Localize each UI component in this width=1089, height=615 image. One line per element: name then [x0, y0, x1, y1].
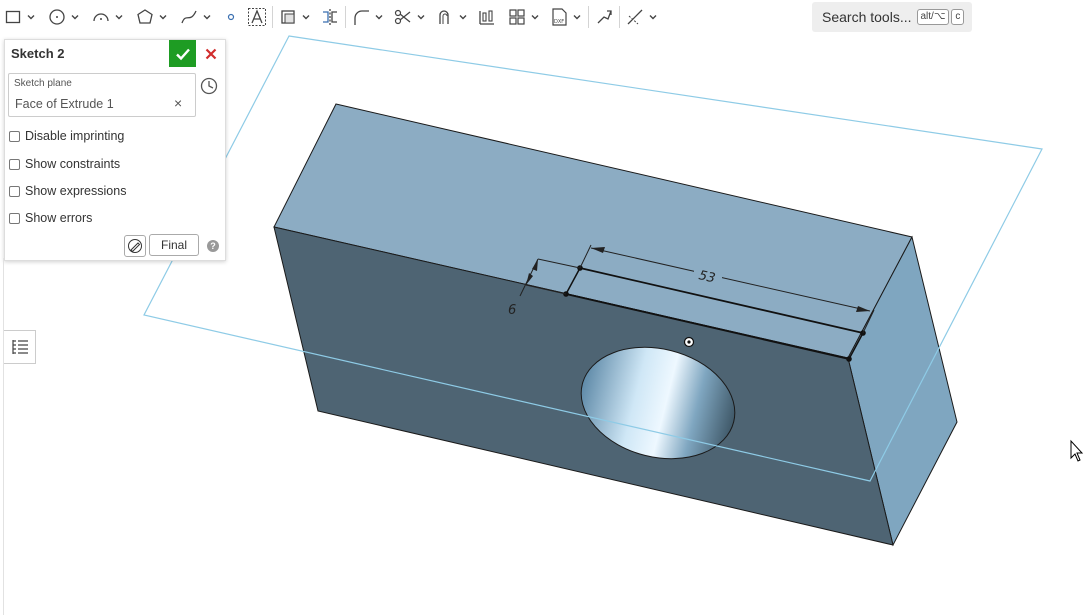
linear-pattern-icon[interactable]	[476, 5, 498, 29]
chevron-down-icon[interactable]	[372, 5, 386, 29]
svg-text:DXF: DXF	[554, 19, 564, 25]
shortcut-key-c: c	[951, 9, 965, 25]
show-constraints-label: Show constraints	[25, 157, 121, 171]
chevron-down-icon[interactable]	[200, 5, 214, 29]
dialog-title: Sketch 2	[11, 46, 65, 61]
chevron-down-icon[interactable]	[570, 5, 584, 29]
mirror-icon[interactable]	[319, 5, 341, 29]
circle-icon[interactable]	[46, 5, 68, 29]
cancel-button[interactable]	[201, 43, 221, 65]
clear-selection-icon[interactable]: ×	[174, 96, 182, 110]
fillet-icon[interactable]	[350, 5, 372, 29]
polygon-icon[interactable]	[134, 5, 156, 29]
show-constraints-checkbox[interactable]	[9, 158, 20, 170]
chevron-down-icon[interactable]	[528, 5, 542, 29]
search-tools-label: Search tools...	[822, 9, 912, 25]
show-errors-label: Show errors	[25, 211, 93, 225]
show-expressions-checkbox[interactable]	[9, 185, 20, 197]
final-button[interactable]: Final	[149, 234, 199, 256]
chevron-down-icon[interactable]	[414, 5, 428, 29]
shortcut-key-alt: alt/⌥	[916, 9, 950, 25]
use-icon[interactable]	[277, 5, 299, 29]
dimension-6-text: 6	[508, 303, 516, 318]
feature-list-toggle[interactable]	[4, 330, 36, 364]
accept-button[interactable]	[169, 40, 196, 67]
show-expressions-option[interactable]: Show expressions	[9, 184, 126, 198]
check-icon	[175, 48, 190, 60]
disable-imprinting-checkbox[interactable]	[9, 130, 20, 142]
mouse-cursor-icon	[1070, 439, 1084, 462]
show-errors-checkbox[interactable]	[9, 212, 20, 224]
sketch-plane-field[interactable]: Sketch plane Face of Extrude 1 ×	[8, 73, 196, 117]
chevron-down-icon[interactable]	[299, 5, 313, 29]
left-divider	[3, 258, 4, 615]
close-icon	[205, 48, 217, 60]
arc-icon[interactable]	[90, 5, 112, 29]
transform-icon[interactable]	[593, 5, 615, 29]
sketch-edit-button[interactable]	[124, 235, 146, 257]
show-expressions-label: Show expressions	[25, 184, 127, 198]
offset-icon[interactable]	[434, 5, 456, 29]
sketch-vertex[interactable]	[846, 356, 852, 362]
point-icon[interactable]	[220, 5, 242, 29]
rectangle-icon[interactable]	[2, 5, 24, 29]
chevron-down-icon[interactable]	[156, 5, 170, 29]
search-tools-button[interactable]: Search tools... alt/⌥ c	[812, 2, 972, 32]
sketch-dialog: Sketch 2 Sketch plane Face of Extrude 1 …	[4, 39, 226, 261]
origin-marker-icon[interactable]	[683, 336, 695, 348]
trim-icon[interactable]	[392, 5, 414, 29]
sketch-plane-label: Sketch plane	[14, 78, 72, 89]
circular-pattern-icon[interactable]	[506, 5, 528, 29]
chevron-down-icon[interactable]	[24, 5, 38, 29]
list-icon	[11, 340, 28, 354]
spline-icon[interactable]	[178, 5, 200, 29]
text-icon[interactable]	[246, 5, 268, 29]
history-icon[interactable]	[199, 76, 219, 96]
construction-icon[interactable]	[624, 5, 646, 29]
dxf-import-icon[interactable]: DXF	[548, 5, 570, 29]
chevron-down-icon[interactable]	[112, 5, 126, 29]
pen-icon	[128, 239, 142, 253]
disable-imprinting-option[interactable]: Disable imprinting	[9, 129, 124, 143]
help-icon[interactable]: ?	[207, 240, 219, 252]
chevron-down-icon[interactable]	[456, 5, 470, 29]
show-errors-option[interactable]: Show errors	[9, 211, 92, 225]
chevron-down-icon[interactable]	[68, 5, 82, 29]
show-constraints-option[interactable]: Show constraints	[9, 157, 120, 171]
chevron-down-icon[interactable]	[646, 5, 660, 29]
sketch-plane-value: Face of Extrude 1	[15, 97, 114, 111]
disable-imprinting-label: Disable imprinting	[25, 129, 125, 143]
